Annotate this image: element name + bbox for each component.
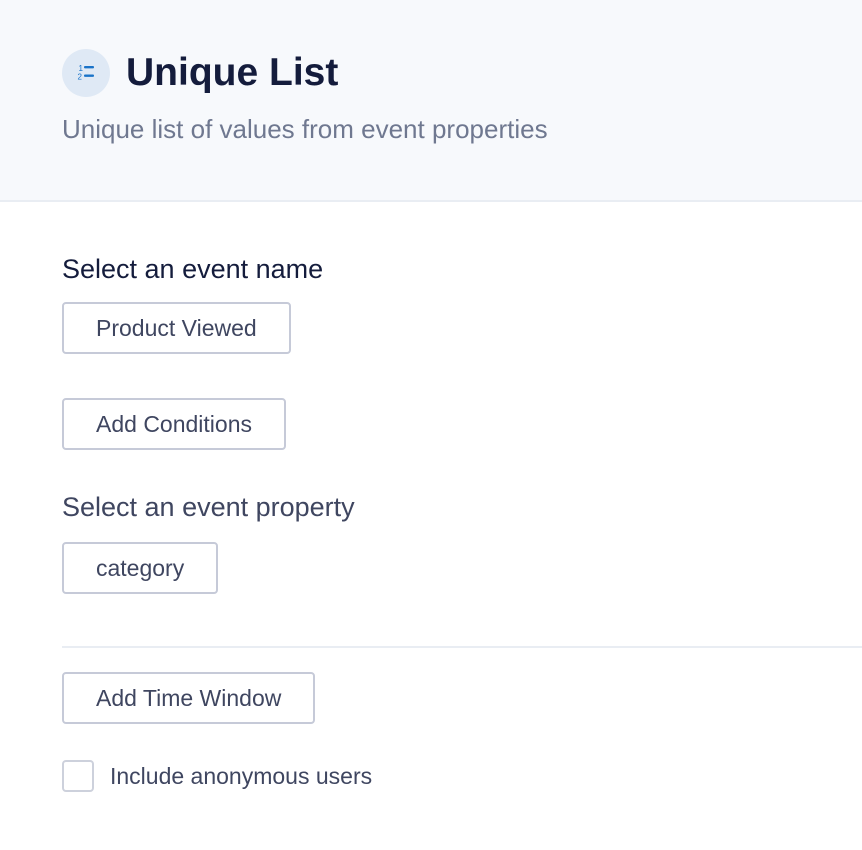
event-name-label: Select an event name <box>62 254 324 284</box>
section-divider <box>62 646 862 648</box>
page-title: Unique List <box>126 51 339 94</box>
include-anonymous-users-row[interactable]: Include anonymous users <box>62 760 372 792</box>
event-property-label: Select an event property <box>62 492 355 522</box>
page-header: 1 2 Unique List Unique list of values fr… <box>0 0 862 202</box>
svg-text:2: 2 <box>78 73 83 82</box>
page-subtitle: Unique list of values from event propert… <box>62 114 548 144</box>
add-time-window-button[interactable]: Add Time Window <box>62 672 316 724</box>
include-anonymous-users-label[interactable]: Include anonymous users <box>110 763 372 790</box>
numbered-list-icon: 1 2 <box>62 49 110 97</box>
add-conditions-button[interactable]: Add Conditions <box>62 398 286 450</box>
event-name-select-button[interactable]: Product Viewed <box>62 302 291 354</box>
event-property-select-button[interactable]: category <box>62 542 219 594</box>
include-anonymous-users-checkbox[interactable] <box>62 760 94 792</box>
